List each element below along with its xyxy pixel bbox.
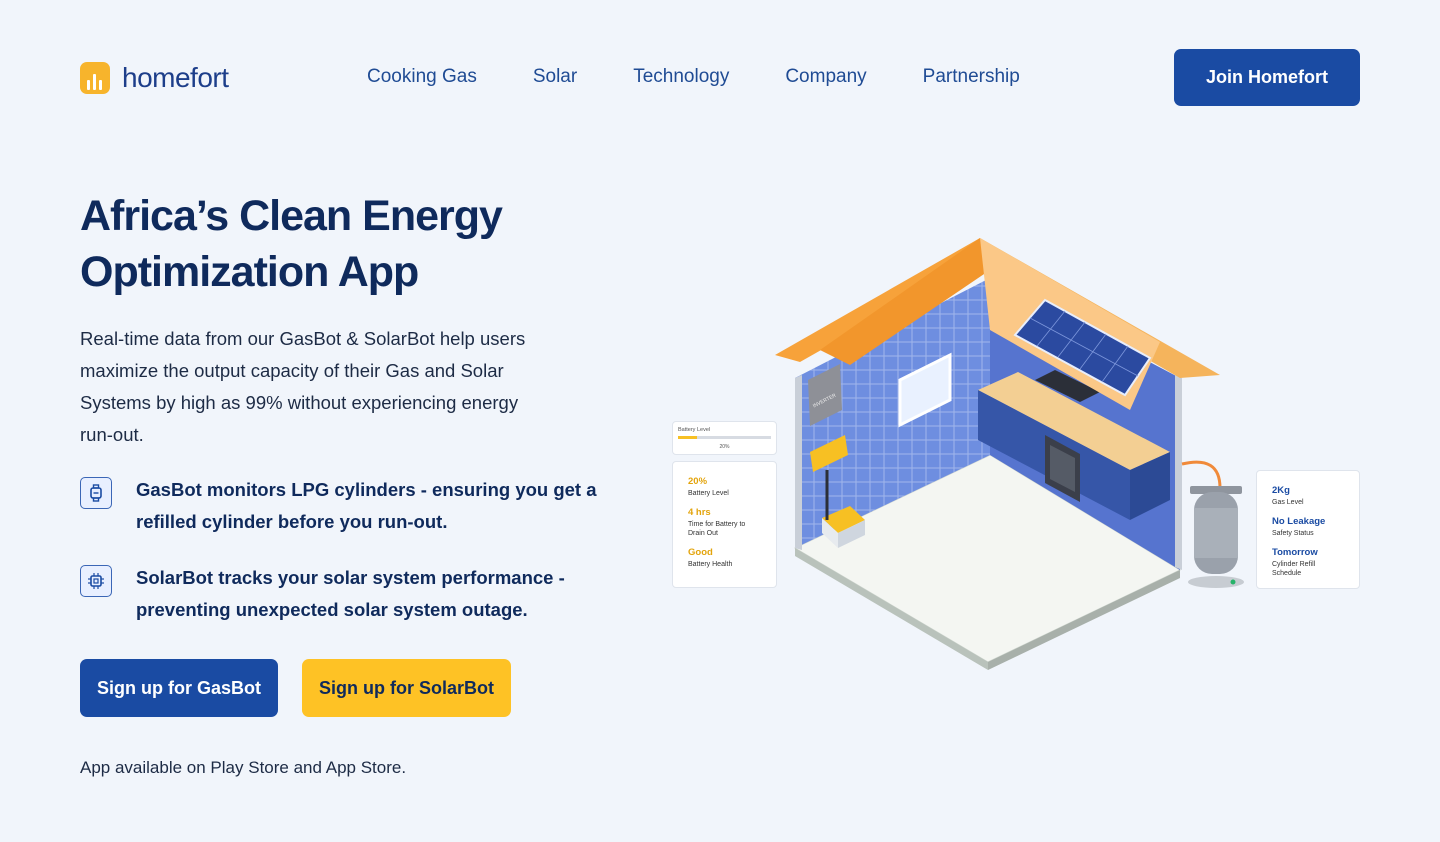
stat-battery-level-label: Battery Level — [688, 490, 729, 497]
nav-link-technology[interactable]: Technology — [633, 66, 729, 88]
battery-bar-value: 20% — [719, 444, 730, 450]
signup-solarbot-button[interactable]: Sign up for SolarBot — [302, 659, 511, 717]
hero-title: Africa’s Clean Energy Optimization App — [80, 192, 503, 296]
feature-solarbot: SolarBot tracks your solar system perfor… — [80, 562, 620, 626]
brand-logo[interactable]: homefort — [80, 61, 229, 95]
top-navigation: homefort Cooking Gas Solar Technology Co… — [80, 49, 1360, 106]
hero-description: Real-time data from our GasBot & SolarBo… — [80, 328, 526, 445]
stat-battery-health-value: Good — [688, 547, 713, 558]
battery-progress-track — [678, 436, 771, 439]
battery-progress-fill — [678, 436, 697, 439]
stat-drain-time-value: 4 hrs — [688, 507, 711, 518]
chip-icon — [80, 565, 112, 597]
gas-cylinder-graphic — [1188, 486, 1244, 588]
gas-stats-card: 2Kg Gas Level No Leakage Safety Status Tom… — [1256, 470, 1360, 589]
stat-refill-value: Tomorrow — [1272, 547, 1318, 558]
stat-battery-level-value: 20% — [688, 476, 708, 487]
nav-links: Cooking Gas Solar Technology Company Par… — [367, 66, 1020, 88]
nav-link-partnership[interactable]: Partnership — [923, 66, 1020, 88]
gas-sensor-icon — [80, 477, 112, 509]
feature-gasbot: GasBot monitors LPG cylinders - ensuring… — [80, 474, 620, 538]
stat-safety-value: No Leakage — [1272, 516, 1326, 527]
isometric-house-graphic — [775, 238, 1244, 670]
battery-level-bar-card: Battery Level 20% — [672, 421, 777, 455]
stat-gas-level-label: Gas Level — [1272, 499, 1304, 506]
nav-link-cooking-gas[interactable]: Cooking Gas — [367, 66, 477, 88]
app-availability-note: App available on Play Store and App Stor… — [80, 758, 407, 777]
feature-solarbot-text: SolarBot tracks your solar system perfor… — [136, 567, 565, 620]
brand-name: homefort — [122, 62, 229, 93]
stat-safety-label: Safety Status — [1272, 530, 1314, 537]
stat-battery-health-label: Battery Health — [688, 561, 733, 568]
nav-link-solar[interactable]: Solar — [533, 66, 577, 88]
stat-refill-label: Cylinder Refill Schedule — [1272, 561, 1316, 577]
battery-bar-label: Battery Level — [678, 427, 711, 433]
logo-icon — [80, 62, 110, 94]
feature-gasbot-text: GasBot monitors LPG cylinders - ensuring… — [136, 479, 597, 532]
signup-gasbot-button[interactable]: Sign up for GasBot — [80, 659, 278, 717]
solar-stats-card: 20% Battery Level 4 hrs Time for Battery t… — [672, 461, 777, 588]
stat-drain-time-label: Time for Battery to Drain Out — [688, 521, 746, 537]
join-homefort-button[interactable]: Join Homefort — [1174, 49, 1360, 106]
house-illustration: Battery Level 20% 20% Battery Level 4 hrs… — [660, 230, 1370, 680]
stat-gas-level-value: 2Kg — [1272, 485, 1290, 496]
nav-link-company[interactable]: Company — [785, 66, 866, 88]
